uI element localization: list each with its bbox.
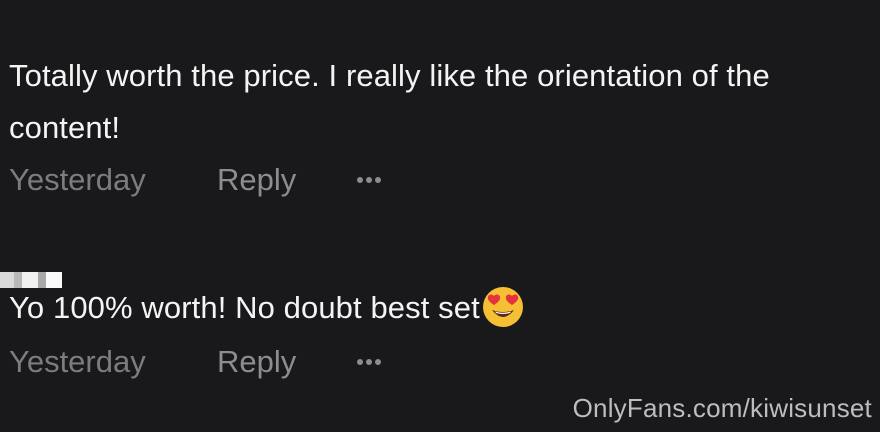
comment-meta: Yesterday Reply (9, 336, 869, 388)
watermark: OnlyFans.com/kiwisunset (572, 393, 872, 423)
comment: Totally worth the price. I really like t… (9, 50, 869, 206)
comment-meta: Yesterday Reply (9, 154, 869, 206)
heart-eyes-emoji-icon (482, 287, 523, 327)
more-options-icon[interactable] (357, 165, 381, 195)
more-options-icon[interactable] (357, 347, 381, 377)
comment-text: Totally worth the price. I really like t… (9, 58, 770, 145)
reply-button[interactable]: Reply (217, 344, 357, 380)
comment: Yo 100% worth! No doubt best set Yesterd… (9, 266, 869, 388)
comment-text: Yo 100% worth! No doubt best set (9, 290, 480, 325)
reply-button[interactable]: Reply (217, 162, 357, 198)
comment-timestamp: Yesterday (9, 344, 146, 379)
comment-timestamp: Yesterday (9, 162, 146, 197)
comment-text-row: Yo 100% worth! No doubt best set (9, 280, 869, 336)
